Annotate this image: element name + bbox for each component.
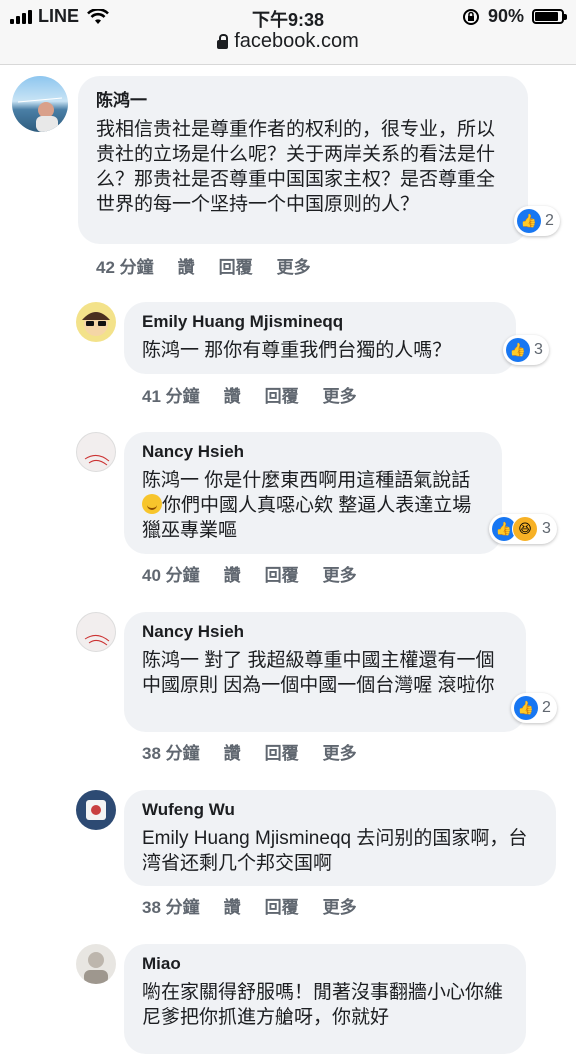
like-link[interactable]: 讚 bbox=[224, 561, 241, 586]
avatar-sketch-icon bbox=[84, 635, 110, 646]
like-icon: 👍 bbox=[517, 209, 541, 233]
comment-author[interactable]: Emily Huang Mjismineqq bbox=[142, 312, 498, 332]
comment-time: 38 分鐘 bbox=[142, 898, 200, 917]
comment-bubble: Nancy Hsieh 陈鸿一 你是什麼東西啊用這種語氣說話你們中國人真噁心欸 … bbox=[124, 432, 502, 554]
comment-time: 38 分鐘 bbox=[142, 744, 200, 763]
like-link[interactable]: 讚 bbox=[224, 893, 241, 918]
avatar-cartoon-icon bbox=[82, 312, 110, 336]
more-link[interactable]: 更多 bbox=[323, 893, 357, 918]
reaction-count: 3 bbox=[542, 520, 551, 537]
avatar-illustration-icon bbox=[86, 800, 106, 820]
smiling-face-emoji bbox=[142, 494, 162, 514]
browser-top-bar: LINE 下午9:38 90% facebook.com bbox=[0, 0, 576, 65]
battery-percent: 90% bbox=[487, 6, 524, 26]
comment-author[interactable]: 陈鸿一 bbox=[96, 86, 510, 111]
comment-meta: 38 分鐘 讚 回覆 更多 bbox=[142, 893, 357, 918]
lock-icon bbox=[217, 33, 229, 49]
comment-meta: 40 分鐘 讚 回覆 更多 bbox=[142, 561, 357, 586]
comment-time: 41 分鐘 bbox=[142, 387, 200, 406]
comment-author[interactable]: Miao bbox=[142, 954, 508, 974]
comment-text: 陈鸿一 那你有尊重我們台獨的人嗎？ bbox=[142, 340, 452, 361]
more-link[interactable]: 更多 bbox=[323, 561, 357, 586]
reaction-count: 2 bbox=[545, 212, 554, 229]
reply-link[interactable]: 回覆 bbox=[265, 739, 299, 764]
reaction-count: 2 bbox=[542, 699, 551, 716]
comment-bubble: Wufeng Wu Emily Huang Mjismineqq 去问别的国家啊… bbox=[124, 790, 556, 886]
comment-meta: 41 分鐘 讚 回覆 更多 bbox=[142, 382, 357, 407]
reaction-badge[interactable]: 👍 2 bbox=[511, 693, 557, 723]
more-link[interactable]: 更多 bbox=[323, 739, 357, 764]
reaction-badge[interactable]: 👍 3 bbox=[503, 335, 549, 365]
comment-time: 40 分鐘 bbox=[142, 566, 200, 585]
like-icon: 👍 bbox=[514, 696, 538, 720]
battery-fill bbox=[535, 12, 558, 21]
comment-text: 我相信贵社是尊重作者的权利的，很专业，所以贵社的立场是什么呢？关于两岸关系的看法… bbox=[96, 119, 496, 215]
status-right: 90% bbox=[462, 6, 567, 27]
reaction-badge[interactable]: 👍 2 bbox=[514, 206, 560, 236]
avatar[interactable] bbox=[76, 790, 116, 830]
avatar[interactable] bbox=[76, 432, 116, 472]
comment-text: 陈鸿一 你是什麼東西啊用這種語氣說話你們中國人真噁心欸 整逼人表達立場 獵巫專業… bbox=[142, 468, 484, 543]
like-link[interactable]: 讚 bbox=[178, 253, 195, 278]
like-link[interactable]: 讚 bbox=[224, 739, 241, 764]
comment-text: Emily Huang Mjismineqq 去问别的国家啊，台湾省还剩几个邦交… bbox=[142, 828, 528, 874]
like-icon: 👍 bbox=[506, 338, 530, 362]
reply-link[interactable]: 回覆 bbox=[265, 561, 299, 586]
comment-text-part: 你們中國人真噁心欸 整逼人表達立場 獵巫專業嘔 bbox=[142, 495, 472, 541]
avatar-photo-icon bbox=[17, 97, 63, 132]
avatar[interactable] bbox=[76, 612, 116, 652]
comment-author[interactable]: Nancy Hsieh bbox=[142, 442, 484, 462]
comment-author[interactable]: Wufeng Wu bbox=[142, 800, 538, 820]
reply-link[interactable]: 回覆 bbox=[265, 893, 299, 918]
haha-icon: 😆 bbox=[512, 516, 538, 542]
comment-bubble: Nancy Hsieh 陈鸿一 對了 我超級尊重中國主權還有一個中國原則 因為一… bbox=[124, 612, 526, 732]
avatar[interactable] bbox=[76, 302, 116, 342]
comment-meta: 42 分鐘 讚 回覆 更多 bbox=[96, 253, 311, 278]
reply-link[interactable]: 回覆 bbox=[219, 253, 253, 278]
comment-text-part: 陈鸿一 你是什麼東西啊用這種語氣說話 bbox=[142, 470, 471, 491]
comment-bubble: 陈鸿一 我相信贵社是尊重作者的权利的，很专业，所以贵社的立场是什么呢？关于两岸关… bbox=[78, 76, 528, 244]
reply-link[interactable]: 回覆 bbox=[265, 382, 299, 407]
avatar-photo-icon bbox=[84, 952, 108, 984]
comment-text: 陈鸿一 對了 我超級尊重中國主權還有一個中國原則 因為一個中國一個台灣喔 滾啦你 bbox=[142, 650, 495, 696]
reaction-badge[interactable]: 👍 😆 3 bbox=[489, 514, 557, 544]
comment-text: 喲在家關得舒服嗎！閒著沒事翻牆小心你維尼爹把你抓進方艙呀，你就好 bbox=[142, 982, 504, 1028]
comment-meta: 38 分鐘 讚 回覆 更多 bbox=[142, 739, 357, 764]
comment-bubble: Miao 喲在家關得舒服嗎！閒著沒事翻牆小心你維尼爹把你抓進方艙呀，你就好 bbox=[124, 944, 526, 1054]
battery-icon bbox=[532, 9, 567, 24]
comment-time: 42 分鐘 bbox=[96, 258, 154, 277]
rotation-lock-icon bbox=[462, 8, 479, 25]
url-text: facebook.com bbox=[234, 30, 359, 52]
comment-author[interactable]: Nancy Hsieh bbox=[142, 622, 508, 642]
more-link[interactable]: 更多 bbox=[323, 382, 357, 407]
url-bar[interactable]: facebook.com bbox=[0, 30, 576, 53]
reaction-count: 3 bbox=[534, 341, 543, 358]
avatar[interactable] bbox=[76, 944, 116, 984]
comment-bubble: Emily Huang Mjismineqq 陈鸿一 那你有尊重我們台獨的人嗎？ bbox=[124, 302, 516, 374]
like-link[interactable]: 讚 bbox=[224, 382, 241, 407]
more-link[interactable]: 更多 bbox=[277, 253, 311, 278]
avatar-sketch-icon bbox=[84, 455, 110, 466]
avatar[interactable] bbox=[12, 76, 68, 132]
